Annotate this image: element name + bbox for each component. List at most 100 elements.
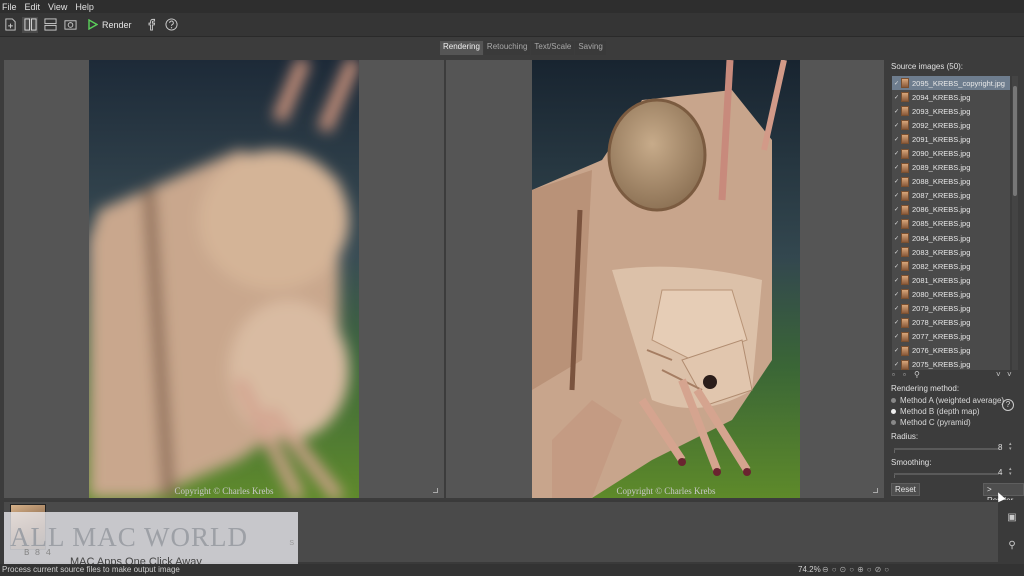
add-file-icon[interactable]: ▫	[892, 370, 901, 379]
check-icon[interactable]: ✓	[894, 319, 901, 326]
side-by-side-icon[interactable]	[22, 16, 38, 33]
file-name: 2082_KREBS.jpg	[912, 261, 971, 271]
smoothing-spinner[interactable]: ▴ ▾	[1009, 467, 1015, 477]
zoom-controls[interactable]: ⊖○⊙○⊕○⊘○	[822, 565, 892, 574]
menu-edit[interactable]: Edit	[25, 2, 41, 12]
file-list-item[interactable]: ✓ 2076_KREBS.jpg	[892, 344, 1010, 358]
smoothing-label: Smoothing:	[891, 458, 932, 467]
output-image-viewer[interactable]: Copyright © Charles Krebs	[446, 60, 884, 498]
file-name: 2088_KREBS.jpg	[912, 177, 971, 187]
check-icon[interactable]: ✓	[894, 361, 901, 368]
check-icon[interactable]: ✓	[894, 333, 901, 340]
file-list-item[interactable]: ✓ 2084_KREBS.jpg	[892, 231, 1010, 245]
watermark-frame-number: B 8 4	[24, 548, 52, 558]
check-icon[interactable]: ✓	[894, 150, 901, 157]
check-icon[interactable]: ✓	[894, 80, 901, 87]
file-list-item[interactable]: ✓ 2077_KREBS.jpg	[892, 330, 1010, 344]
check-icon[interactable]: ✓	[894, 108, 901, 115]
zoom-output-icon[interactable]: ⚲	[1004, 540, 1020, 556]
method-c-radio[interactable]: Method C (pyramid)	[891, 418, 971, 427]
new-file-icon[interactable]	[2, 17, 18, 33]
source-file-list[interactable]: ✓ 2095_KREBS_copyright.jpg ✓ 2094_KREBS.jpg…	[892, 76, 1010, 370]
file-list-item[interactable]: ✓ 2080_KREBS.jpg	[892, 287, 1010, 301]
file-list-item[interactable]: ✓ 2092_KREBS.jpg	[892, 118, 1010, 132]
status-bar: Process current source files to make out…	[0, 564, 1024, 576]
file-list-item[interactable]: ✓ 2082_KREBS.jpg	[892, 259, 1010, 273]
file-list-scrollbar[interactable]	[1012, 76, 1018, 370]
smoothing-slider[interactable]	[894, 473, 999, 478]
file-list-item[interactable]: ✓ 2091_KREBS.jpg	[892, 132, 1010, 146]
file-thumbnail	[901, 120, 909, 131]
file-name: 2077_KREBS.jpg	[912, 332, 971, 342]
collapse-icon[interactable]: ˅	[996, 370, 1005, 379]
radius-label: Radius:	[891, 432, 919, 441]
radius-spinner[interactable]: ▴ ▾	[1009, 442, 1015, 452]
sidebar-panel: Source images (50): ✓ 2095_KREBS_copyrigh…	[886, 60, 1024, 505]
check-icon[interactable]: ✓	[894, 164, 901, 171]
smoothing-value[interactable]: 4	[998, 468, 1002, 477]
file-list-item[interactable]: ✓ 2088_KREBS.jpg	[892, 175, 1010, 189]
zoom-file-icon[interactable]: ⚲	[914, 370, 923, 379]
file-list-item[interactable]: ✓ 2078_KREBS.jpg	[892, 316, 1010, 330]
source-image-viewer[interactable]: Copyright © Charles Krebs	[4, 60, 444, 498]
menu-bar: File Edit View Help	[0, 0, 1024, 13]
file-list-item[interactable]: ✓ 2094_KREBS.jpg	[892, 90, 1010, 104]
file-list-item[interactable]: ✓ 2086_KREBS.jpg	[892, 203, 1010, 217]
file-list-item[interactable]: ✓ 2089_KREBS.jpg	[892, 161, 1010, 175]
help-icon[interactable]: ?	[1002, 399, 1014, 411]
file-list-item[interactable]: ✓ 2083_KREBS.jpg	[892, 245, 1010, 259]
file-list-item[interactable]: ✓ 2081_KREBS.jpg	[892, 273, 1010, 287]
check-icon[interactable]: ✓	[894, 94, 901, 101]
toolbar-render-button[interactable]: Render	[88, 19, 132, 30]
method-a-radio[interactable]: Method A (weighted average)	[891, 396, 1004, 405]
check-icon[interactable]: ✓	[894, 220, 901, 227]
screenshot-icon[interactable]	[62, 17, 78, 33]
resize-grip[interactable]	[433, 488, 438, 493]
file-thumbnail	[901, 176, 909, 187]
file-list-item[interactable]: ✓ 2085_KREBS.jpg	[892, 217, 1010, 231]
file-thumbnail	[901, 331, 909, 342]
menu-view[interactable]: View	[48, 2, 67, 12]
expand-icon[interactable]: ˅	[1007, 370, 1016, 379]
check-icon[interactable]: ✓	[894, 178, 901, 185]
tab-retouching[interactable]: Retouching	[483, 41, 531, 55]
file-thumbnail	[901, 345, 909, 356]
menu-help[interactable]: Help	[75, 2, 94, 12]
method-b-radio[interactable]: Method B (depth map)	[891, 407, 980, 416]
reset-button[interactable]: Reset	[891, 483, 920, 496]
check-icon[interactable]: ✓	[894, 249, 901, 256]
file-name: 2079_KREBS.jpg	[912, 304, 971, 314]
check-icon[interactable]: ✓	[894, 291, 901, 298]
stacked-view-icon[interactable]	[42, 17, 58, 33]
source-image: Copyright © Charles Krebs	[89, 60, 359, 498]
check-icon[interactable]: ✓	[894, 136, 901, 143]
save-icon[interactable]: ▣	[1004, 512, 1020, 528]
check-icon[interactable]: ✓	[894, 347, 901, 354]
file-list-item[interactable]: ✓ 2093_KREBS.jpg	[892, 104, 1010, 118]
radius-value[interactable]: 8	[998, 443, 1002, 452]
file-list-item[interactable]: ✓ 2095_KREBS_copyright.jpg	[892, 76, 1010, 91]
file-thumbnail	[901, 303, 909, 314]
check-icon[interactable]: ✓	[894, 235, 901, 242]
resize-grip[interactable]	[873, 488, 878, 493]
check-icon[interactable]: ✓	[894, 122, 901, 129]
check-icon[interactable]: ✓	[894, 305, 901, 312]
radius-slider[interactable]	[894, 448, 999, 453]
tab-text-scale[interactable]: Text/Scale	[531, 41, 575, 55]
add-folder-icon[interactable]: ▫	[903, 370, 912, 379]
help-icon[interactable]	[164, 17, 180, 33]
tab-saving[interactable]: Saving	[575, 41, 606, 55]
file-name: 2092_KREBS.jpg	[912, 120, 971, 130]
check-icon[interactable]: ✓	[894, 192, 901, 199]
file-list-item[interactable]: ✓ 2079_KREBS.jpg	[892, 302, 1010, 316]
tab-rendering[interactable]: Rendering	[440, 41, 483, 55]
file-list-item[interactable]: ✓ 2087_KREBS.jpg	[892, 189, 1010, 203]
facebook-icon[interactable]	[144, 17, 160, 33]
watermark-suffix: S	[289, 540, 294, 547]
menu-file[interactable]: File	[2, 2, 17, 12]
check-icon[interactable]: ✓	[894, 277, 901, 284]
check-icon[interactable]: ✓	[894, 263, 901, 270]
check-icon[interactable]: ✓	[894, 206, 901, 213]
file-list-item[interactable]: ✓ 2090_KREBS.jpg	[892, 146, 1010, 160]
file-name: 2094_KREBS.jpg	[912, 92, 971, 102]
